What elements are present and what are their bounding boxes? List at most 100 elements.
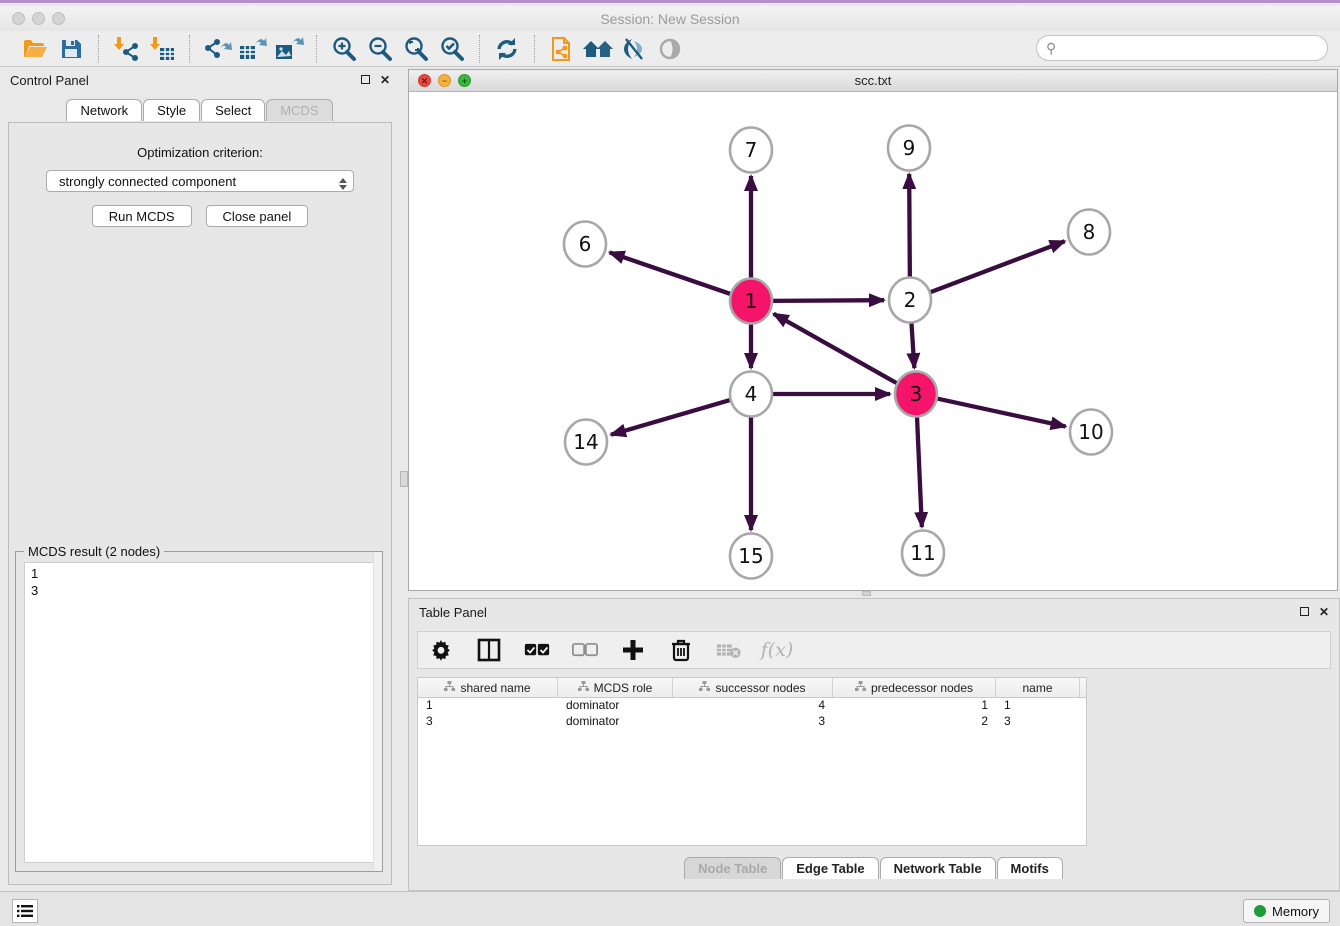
- table-row[interactable]: 1dominator411: [418, 698, 1086, 714]
- zoom-selected-icon[interactable]: [434, 34, 470, 64]
- graph-node-1[interactable]: 1: [730, 279, 772, 324]
- graph-node-2[interactable]: 2: [889, 278, 931, 323]
- graph-node-6[interactable]: 6: [564, 222, 606, 267]
- select-all-columns-icon[interactable]: [524, 637, 550, 663]
- task-history-button[interactable]: [12, 899, 38, 923]
- status-bar: Memory: [0, 891, 1340, 926]
- svg-text:4: 4: [745, 382, 758, 406]
- table-tab-node-table[interactable]: Node Table: [684, 857, 781, 879]
- graph-node-8[interactable]: 8: [1068, 210, 1110, 255]
- float-panel-icon[interactable]: [361, 74, 370, 86]
- deselect-all-columns-icon[interactable]: [572, 637, 598, 663]
- table-cell[interactable]: dominator: [558, 698, 673, 714]
- close-panel-button[interactable]: Close panel: [206, 205, 309, 227]
- table-cell[interactable]: 1: [418, 698, 558, 714]
- node-table-header[interactable]: shared name MCDS rolesuccessor nodesprede…: [418, 678, 1086, 698]
- memory-button[interactable]: Memory: [1243, 899, 1330, 923]
- open-session-icon[interactable]: [17, 34, 53, 64]
- graph-node-7[interactable]: 7: [730, 128, 772, 173]
- tab-mcds[interactable]: MCDS: [266, 99, 332, 121]
- search-input[interactable]: [1036, 35, 1328, 61]
- zoom-out-icon[interactable]: [362, 34, 398, 64]
- column-header-shared-name[interactable]: shared name: [418, 678, 558, 697]
- table-cell[interactable]: 3: [996, 714, 1080, 730]
- graph-edge-1-6[interactable]: [610, 252, 732, 294]
- tab-style[interactable]: Style: [143, 99, 200, 121]
- show-style-icon[interactable]: [652, 34, 688, 64]
- export-image-icon[interactable]: [271, 34, 307, 64]
- column-header-predecessor-nodes[interactable]: predecessor nodes: [833, 678, 996, 697]
- run-mcds-button[interactable]: Run MCDS: [92, 205, 192, 227]
- import-table-icon[interactable]: [144, 34, 180, 64]
- table-tab-network-table[interactable]: Network Table: [880, 857, 996, 879]
- float-table-panel-icon[interactable]: [1300, 606, 1309, 618]
- graph-node-14[interactable]: 14: [565, 420, 607, 465]
- export-table-icon[interactable]: [235, 34, 271, 64]
- clone-network-icon[interactable]: [544, 34, 580, 64]
- criterion-select[interactable]: strongly connected component: [46, 170, 354, 192]
- node-table[interactable]: shared name MCDS rolesuccessor nodesprede…: [417, 677, 1087, 846]
- network-window-title: scc.txt: [409, 73, 1337, 88]
- zoom-in-icon[interactable]: [326, 34, 362, 64]
- vertical-splitter[interactable]: [400, 67, 408, 891]
- graph-node-9[interactable]: 9: [888, 126, 930, 171]
- network-window-titlebar[interactable]: ✕ − + scc.txt: [409, 70, 1337, 92]
- graph-node-15[interactable]: 15: [730, 534, 772, 579]
- split-columns-icon[interactable]: [476, 637, 502, 663]
- refresh-icon[interactable]: [489, 34, 525, 64]
- table-row[interactable]: 3dominator323: [418, 714, 1086, 730]
- hide-style-icon[interactable]: [616, 34, 652, 64]
- table-tab-motifs[interactable]: Motifs: [997, 857, 1063, 879]
- column-header-MCDS-role[interactable]: MCDS role: [558, 678, 673, 697]
- home-icon[interactable]: [580, 34, 616, 64]
- table-cell[interactable]: 3: [673, 714, 833, 730]
- settings-icon[interactable]: [428, 637, 454, 663]
- svg-text:14: 14: [573, 430, 598, 454]
- graph-node-3[interactable]: 3: [895, 372, 937, 417]
- delete-table-icon[interactable]: [716, 637, 742, 663]
- tab-network[interactable]: Network: [66, 99, 142, 121]
- graph-edge-4-14[interactable]: [611, 400, 731, 435]
- column-header-name[interactable]: name: [996, 678, 1080, 697]
- column-header-successor-nodes[interactable]: successor nodes: [673, 678, 833, 697]
- graph-edge-3-11[interactable]: [917, 415, 922, 527]
- import-network-icon[interactable]: [108, 34, 144, 64]
- close-panel-icon[interactable]: ✕: [380, 74, 390, 86]
- mcds-result-fieldset: MCDS result (2 nodes) 1 3: [15, 551, 383, 872]
- table-cell[interactable]: 4: [673, 698, 833, 714]
- graph-edge-2-3[interactable]: [911, 321, 914, 368]
- graph-edge-2-9[interactable]: [909, 174, 910, 279]
- column-label: shared name: [460, 681, 530, 695]
- graph-edge-1-2[interactable]: [772, 300, 884, 301]
- mcds-result-text[interactable]: 1 3: [24, 562, 374, 863]
- graph-node-10[interactable]: 10: [1070, 410, 1112, 455]
- node-table-body[interactable]: 1dominator4113dominator323: [418, 698, 1086, 730]
- table-tab-edge-table[interactable]: Edge Table: [782, 857, 878, 879]
- table-cell[interactable]: 3: [418, 714, 558, 730]
- table-panel-title: Table Panel: [419, 605, 487, 620]
- tab-select[interactable]: Select: [201, 99, 265, 121]
- graph-node-11[interactable]: 11: [902, 531, 944, 576]
- delete-column-icon[interactable]: [668, 637, 694, 663]
- graph-edge-3-10[interactable]: [937, 398, 1066, 426]
- export-network-icon[interactable]: [199, 34, 235, 64]
- table-cell[interactable]: 2: [833, 714, 996, 730]
- close-table-panel-icon[interactable]: ✕: [1319, 606, 1329, 618]
- graph-edge-3-1[interactable]: [774, 314, 898, 384]
- graph-node-4[interactable]: 4: [730, 372, 772, 417]
- network-graph-canvas[interactable]: 7 9 6 8 1 2 4 3 14 10 15 11: [409, 92, 1337, 590]
- memory-status-icon: [1254, 905, 1266, 917]
- vertical-splitter-handle[interactable]: [400, 471, 408, 487]
- table-cell[interactable]: dominator: [558, 714, 673, 730]
- zoom-fit-icon[interactable]: [398, 34, 434, 64]
- horizontal-splitter-handle[interactable]: [862, 591, 871, 596]
- column-label: name: [1022, 681, 1052, 695]
- function-builder-icon[interactable]: f(x): [764, 637, 790, 663]
- add-column-icon[interactable]: [620, 637, 646, 663]
- table-cell[interactable]: 1: [833, 698, 996, 714]
- column-tree-icon: [699, 681, 710, 695]
- graph-edge-2-8[interactable]: [930, 241, 1065, 292]
- table-cell[interactable]: 1: [996, 698, 1080, 714]
- save-session-icon[interactable]: [53, 34, 89, 64]
- mcds-result-scrollbar[interactable]: [373, 552, 382, 871]
